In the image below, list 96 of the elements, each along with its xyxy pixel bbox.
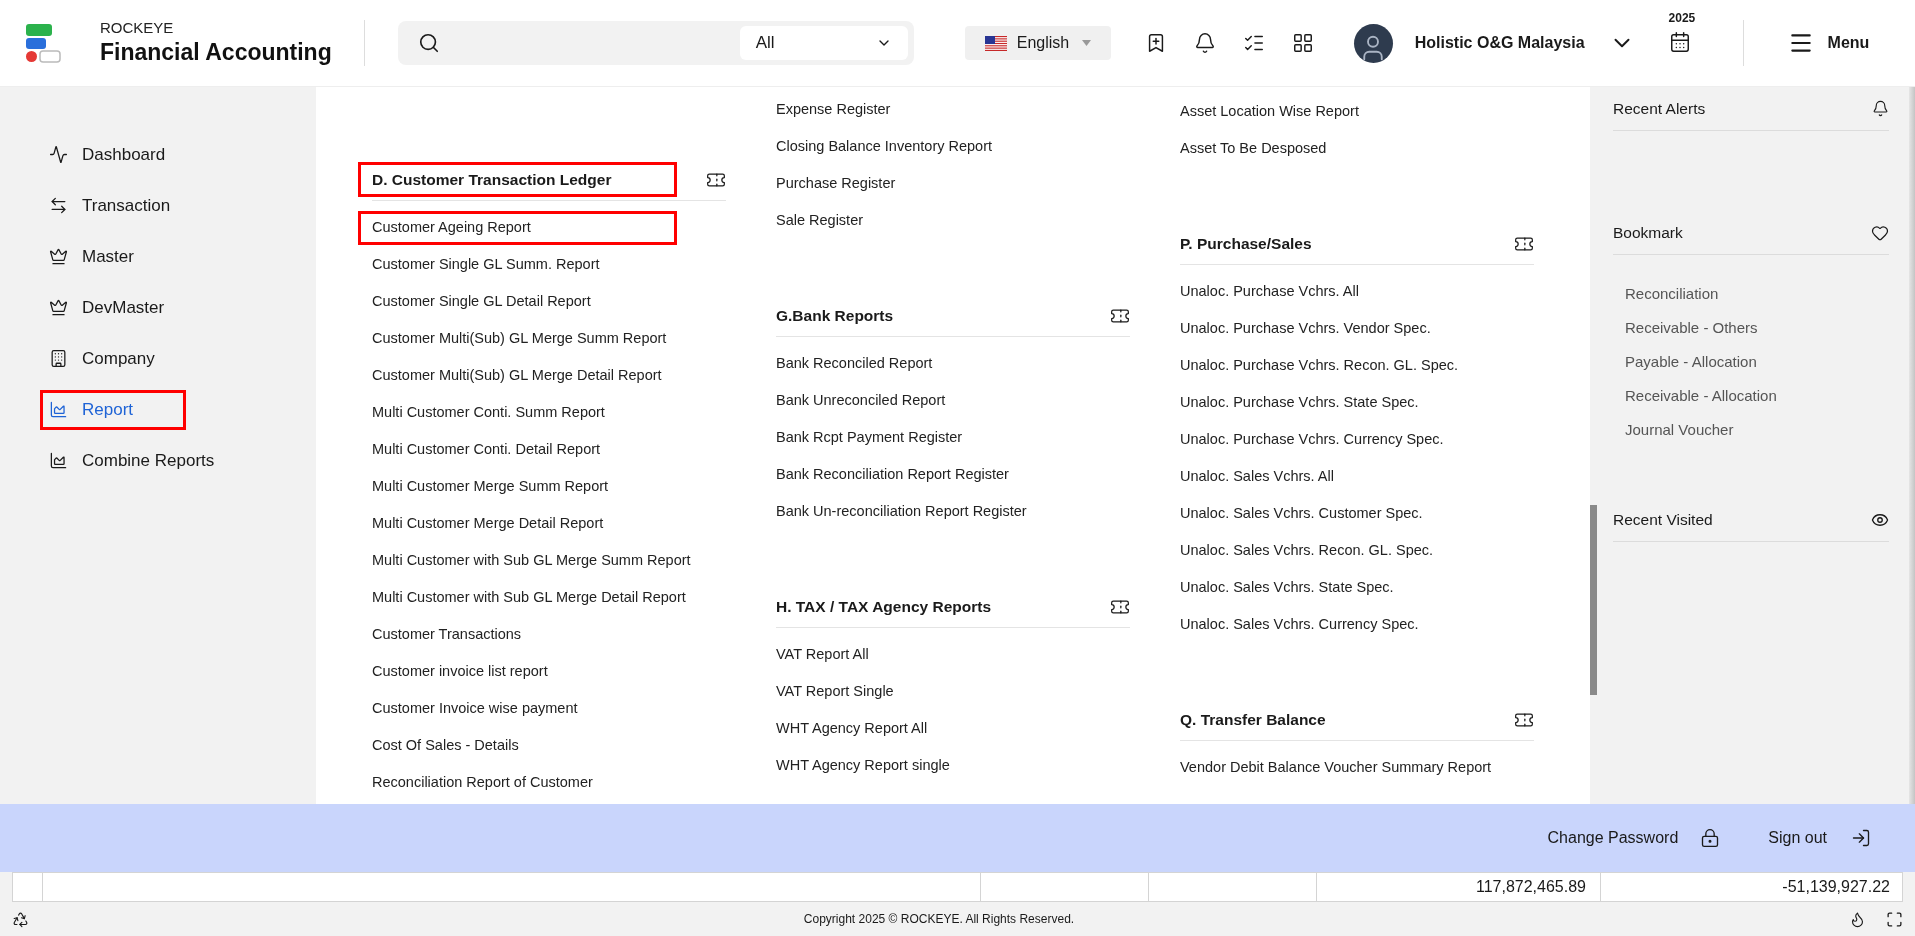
sidebar-item[interactable]: Master	[40, 236, 186, 277]
user-avatar[interactable]	[1353, 23, 1393, 63]
sidebar-item[interactable]: Combine Reports	[40, 440, 224, 481]
report-link[interactable]: Customer invoice list report	[358, 654, 562, 689]
report-link[interactable]: Purchase Register	[762, 166, 910, 201]
report-link[interactable]: Multi Customer Conti. Summ Report	[358, 395, 619, 430]
sidebar-item[interactable]: Transaction	[40, 185, 186, 226]
change-password-button[interactable]: Change Password	[1547, 826, 1721, 850]
panel-title: Recent Alerts	[1613, 98, 1706, 119]
report-link[interactable]: Cost Of Sales - Details	[358, 728, 533, 763]
report-link[interactable]: Multi Customer with Sub GL Merge Detail Report	[358, 580, 700, 615]
report-link[interactable]: Unaloc. Purchase Vchrs. Currency Spec.	[1166, 422, 1458, 457]
table-cell-text: 117,872,465.89	[1475, 877, 1586, 897]
report-link[interactable]: Unaloc. Sales Vchrs. All	[1166, 459, 1348, 494]
report-link[interactable]: Bank Reconciliation Report Register	[762, 457, 1023, 492]
filter-dropdown[interactable]: All	[739, 26, 908, 60]
report-link[interactable]: Customer Multi(Sub) GL Merge Detail Report	[358, 358, 676, 393]
recycle-icon[interactable]	[12, 910, 29, 928]
section-heading: G.Bank Reports	[775, 305, 895, 326]
app-title: Financial Accounting	[100, 38, 332, 67]
report-link[interactable]: Asset Location Wise Report	[1166, 94, 1373, 129]
report-link[interactable]: Unaloc. Sales Vchrs. State Spec.	[1166, 570, 1408, 605]
report-link[interactable]: Closing Balance Inventory Report	[762, 129, 1006, 164]
report-link[interactable]: Unaloc. Purchase Vchrs. State Spec.	[1166, 385, 1433, 420]
bookmark-link[interactable]: Receivable - Others	[1625, 311, 1758, 345]
lock-icon	[1700, 828, 1721, 848]
fullscreen-icon[interactable]	[1886, 910, 1903, 928]
report-link[interactable]: Bank Rcpt Payment Register	[762, 420, 977, 455]
notification-icon[interactable]	[1193, 32, 1216, 54]
report-link[interactable]: Reconciliation Report of Customer	[358, 765, 607, 800]
building-icon	[49, 349, 68, 368]
sidebar-item[interactable]: DevMaster	[40, 287, 186, 328]
report-link[interactable]: WHT Agency Report single	[762, 748, 964, 783]
report-link[interactable]: Bank Unreconciled Report	[762, 383, 960, 418]
search-icon	[417, 32, 440, 54]
area-chart-icon	[49, 400, 68, 419]
report-link[interactable]: Unaloc. Sales Vchrs. Customer Spec.	[1166, 496, 1437, 531]
panel-title: Bookmark	[1613, 222, 1683, 243]
report-link[interactable]: Bank Reconciled Report	[762, 346, 947, 381]
report-link[interactable]: Customer Invoice wise payment	[358, 691, 592, 726]
report-link[interactable]: Multi Customer Conti. Detail Report	[358, 432, 615, 467]
report-link[interactable]: Customer Single GL Summ. Report	[358, 247, 614, 282]
area-chart-icon	[49, 451, 68, 470]
section-heading: P. Purchase/Sales	[1179, 233, 1313, 254]
bookmark-link[interactable]: Journal Voucher	[1625, 413, 1734, 447]
table-cell-text: -51,139,927.22	[1782, 877, 1890, 897]
report-link[interactable]: WHT Agency Report All	[762, 711, 942, 746]
caret-icon	[1081, 40, 1091, 46]
report-link[interactable]: Bank Un-reconciliation Report Register	[762, 494, 1041, 529]
panel-title: Recent Visited	[1613, 509, 1713, 530]
brand-tagline: ROCKEYE	[100, 19, 175, 38]
report-link[interactable]: Unaloc. Sales Vchrs. Recon. GL. Spec.	[1166, 533, 1448, 568]
report-link[interactable]: Customer Ageing Report	[358, 210, 677, 245]
report-link[interactable]: Sale Register	[762, 203, 878, 238]
apps-grid-icon[interactable]	[1291, 32, 1314, 54]
report-link[interactable]: Multi Customer Merge Detail Report	[358, 506, 618, 541]
report-link[interactable]: Expense Register	[762, 92, 905, 127]
sidebar-item[interactable]: Dashboard	[40, 134, 186, 175]
chart-line-icon	[49, 145, 68, 164]
bookmark-link[interactable]: Reconciliation	[1625, 277, 1719, 311]
bookmark-link[interactable]: Receivable - Allocation	[1625, 379, 1777, 413]
sign-out-button[interactable]: Sign out	[1768, 826, 1871, 850]
report-link[interactable]: Asset To Be Desposed	[1166, 131, 1341, 166]
crown-icon	[49, 247, 68, 266]
sign-out-icon	[1851, 828, 1871, 848]
section-heading: H. TAX / TAX Agency Reports	[775, 596, 993, 617]
report-link[interactable]: VAT Report All	[762, 637, 883, 672]
flag-icon	[984, 35, 1007, 51]
search-field[interactable]: All	[397, 21, 914, 65]
report-link[interactable]: Multi Customer with Sub GL Merge Summ Report	[358, 543, 705, 578]
crown-icon	[49, 298, 68, 317]
bookmark-link[interactable]: Payable - Allocation	[1625, 345, 1757, 379]
sidebar-item[interactable]: Report	[40, 389, 186, 430]
scrollbar[interactable]	[1590, 505, 1597, 695]
report-link[interactable]: Customer Multi(Sub) GL Merge Summ Report	[358, 321, 681, 356]
report-link[interactable]: Multi Customer Merge Summ Report	[358, 469, 623, 504]
report-link[interactable]: Unaloc. Sales Vchrs. Currency Spec.	[1166, 607, 1433, 642]
sidebar-item[interactable]: Company	[40, 338, 186, 379]
menu-button[interactable]: Menu	[1787, 30, 1870, 56]
report-link[interactable]: Unaloc. Purchase Vchrs. Recon. GL. Spec.	[1166, 348, 1473, 383]
copyright-text: Copyright 2025 © ROCKEYE. All Rights Reserved.	[802, 911, 1076, 928]
report-link[interactable]: Customer Transactions	[358, 617, 536, 652]
report-link[interactable]: Vendor Debit Balance Voucher Summary Report	[1166, 750, 1506, 785]
section-heading: D. Customer Transaction Ledger	[358, 162, 677, 197]
calendar-icon[interactable]	[1668, 31, 1691, 53]
language-selector[interactable]: English	[964, 26, 1111, 60]
company-name: Holistic O&G Malaysia	[1414, 33, 1585, 53]
report-link[interactable]: Unaloc. Purchase Vchrs. All	[1166, 274, 1373, 309]
heart-icon	[1871, 223, 1889, 242]
arrows-icon	[49, 196, 68, 215]
flame-icon[interactable]	[1849, 910, 1866, 928]
report-link[interactable]: VAT Report Single	[762, 674, 908, 709]
report-link[interactable]: Customer Single GL Detail Report	[358, 284, 605, 319]
section-heading: Q. Transfer Balance	[1179, 709, 1327, 730]
report-link[interactable]: Unaloc. Purchase Vchrs. Vendor Spec.	[1166, 311, 1445, 346]
bell-icon	[1872, 100, 1889, 117]
